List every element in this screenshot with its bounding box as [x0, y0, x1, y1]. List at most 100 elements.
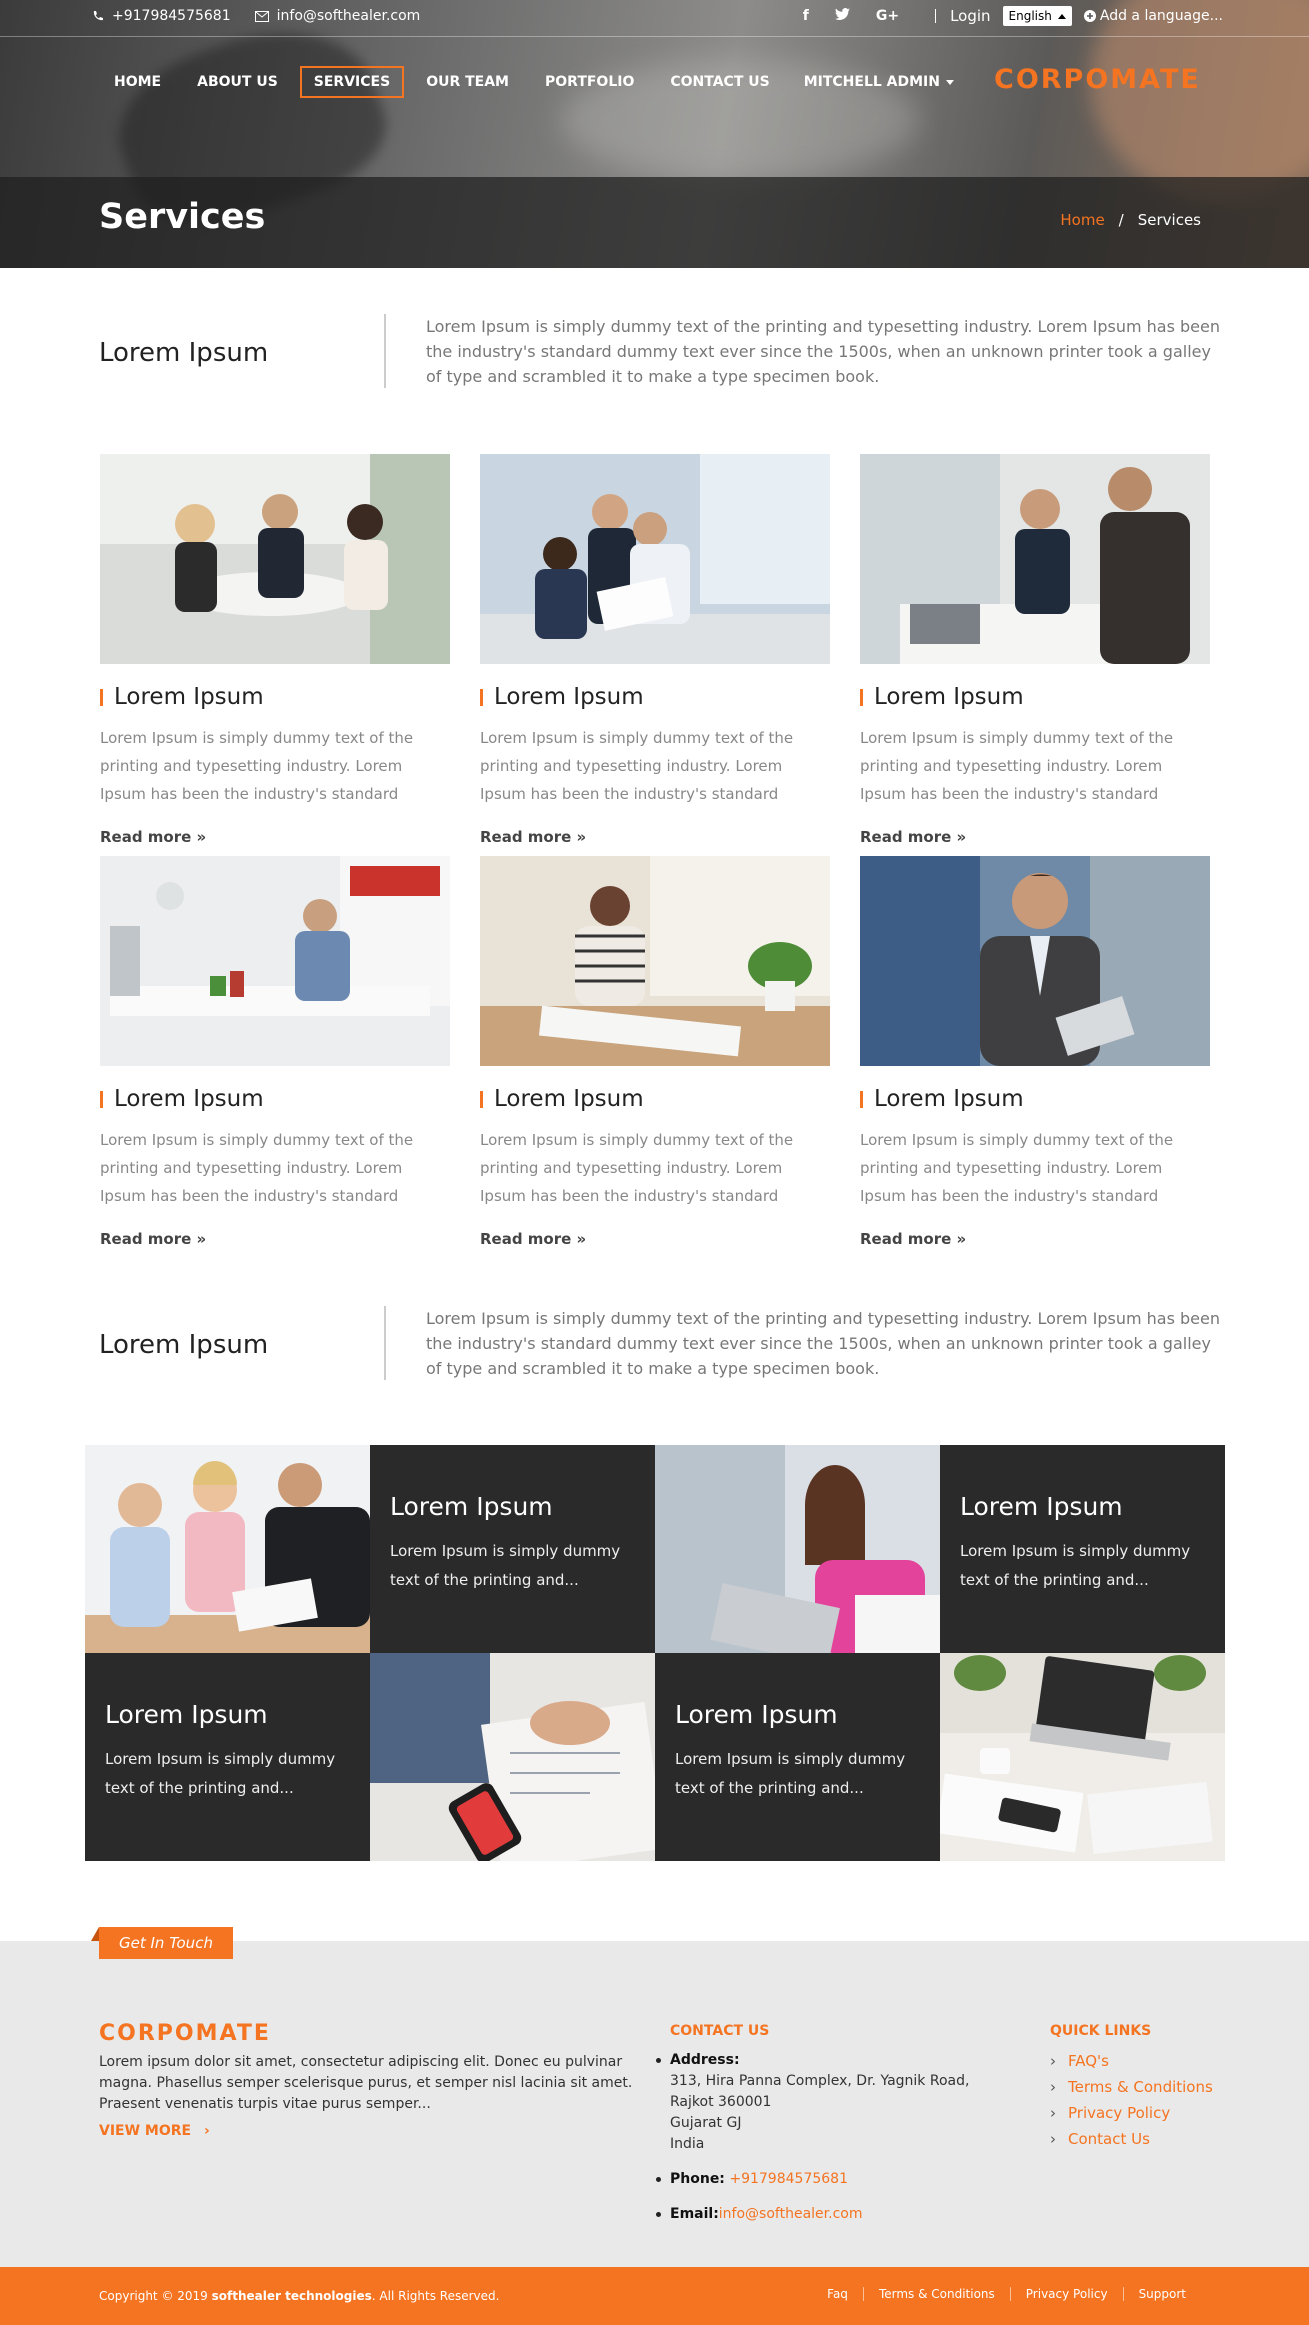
quick-link-terms[interactable]: › Terms & Conditions — [1050, 2074, 1213, 2100]
grid-text-tile: Lorem Ipsum Lorem Ipsum is simply dummy … — [85, 1653, 370, 1861]
nav-our-team[interactable]: OUR TEAM — [412, 66, 523, 98]
accent-bar — [480, 688, 483, 706]
facebook-icon[interactable]: f — [803, 8, 809, 24]
breadcrumb-home[interactable]: Home — [1060, 211, 1104, 229]
nav-contact-us[interactable]: CONTACT US — [656, 66, 783, 98]
footer: Get In Touch CORPOMATE Lorem ipsum dolor… — [0, 1927, 1309, 2267]
caret-up-icon — [1057, 13, 1066, 19]
address-line: Rajkot 360001 — [670, 2094, 772, 2110]
service-image-desk — [100, 856, 450, 1066]
google-plus-icon[interactable]: G+ — [876, 8, 899, 24]
footer-logo[interactable]: CORPOMATE — [99, 2021, 271, 2046]
tile-title: Lorem Ipsum — [675, 1700, 838, 1729]
service-title: Lorem Ipsum — [100, 1086, 450, 1112]
get-in-touch-tag[interactable]: Get In Touch — [91, 1927, 233, 1959]
service-card: Lorem Ipsum Lorem Ipsum is simply dummy … — [860, 454, 1210, 846]
quick-link-contact[interactable]: › Contact Us — [1050, 2126, 1213, 2152]
login-link[interactable]: Login — [950, 7, 990, 25]
hero-banner: +917984575681 info@softhealer.com f G+ L… — [0, 0, 1309, 268]
nav-home[interactable]: HOME — [100, 66, 175, 98]
intro-text: Lorem Ipsum is simply dummy text of the … — [426, 1309, 1220, 1378]
brand-logo[interactable]: CORPOMATE — [994, 64, 1201, 95]
bottom-link-faq[interactable]: Faq — [812, 2287, 863, 2301]
quick-link-label: Contact Us — [1068, 2130, 1150, 2148]
footer-email-link[interactable]: info@softhealer.com — [719, 2206, 863, 2222]
nav-services[interactable]: SERVICES — [299, 66, 405, 98]
service-text: Lorem Ipsum is simply dummy text of the … — [860, 729, 1174, 803]
phone-icon — [93, 11, 103, 21]
read-more-link[interactable]: Read more » — [480, 828, 830, 846]
service-title-text: Lorem Ipsum — [494, 1086, 644, 1112]
bottom-links: Faq Terms & Conditions Privacy Policy Su… — [812, 2287, 1201, 2301]
contact-heading: CONTACT US — [670, 2023, 770, 2039]
service-text: Lorem Ipsum is simply dummy text of the … — [480, 729, 794, 803]
service-image-writing — [480, 856, 830, 1066]
quick-link-privacy[interactable]: › Privacy Policy — [1050, 2100, 1213, 2126]
bottom-link-terms[interactable]: Terms & Conditions — [862, 2287, 1010, 2301]
divider — [384, 1306, 386, 1380]
service-text: Lorem Ipsum is simply dummy text of the … — [100, 729, 414, 803]
read-more-link[interactable]: Read more » — [860, 1230, 1210, 1248]
quick-link-faq[interactable]: › FAQ's — [1050, 2048, 1213, 2074]
intro-heading: Lorem Ipsum — [99, 338, 269, 368]
accent-bar — [860, 688, 863, 706]
service-image-businessman — [860, 856, 1210, 1066]
intro-section: Lorem Ipsum Lorem Ipsum is simply dummy … — [99, 314, 1220, 390]
accent-bar — [100, 1090, 103, 1108]
caret-down-icon — [945, 79, 954, 85]
quick-links-heading: QUICK LINKS — [1050, 2023, 1152, 2039]
user-menu[interactable]: MITCHELL ADMIN — [804, 74, 954, 90]
copyright-text: Copyright © 2019 softhealer technologies… — [99, 2289, 499, 2303]
service-image-discussion — [860, 454, 1210, 664]
address-line: Gujarat GJ — [670, 2115, 742, 2131]
read-more-link[interactable]: Read more » — [860, 828, 1210, 846]
service-card: Lorem Ipsum Lorem Ipsum is simply dummy … — [480, 856, 830, 1248]
service-text: Lorem Ipsum is simply dummy text of the … — [860, 1131, 1174, 1205]
tile-text: Lorem Ipsum is simply dummy text of the … — [675, 1750, 906, 1797]
breadcrumb-current: Services — [1137, 211, 1201, 229]
email-contact[interactable]: info@softhealer.com — [254, 8, 420, 24]
service-card: Lorem Ipsum Lorem Ipsum is simply dummy … — [860, 856, 1210, 1248]
bottom-link-privacy[interactable]: Privacy Policy — [1009, 2287, 1123, 2301]
envelope-icon — [254, 10, 269, 22]
language-select[interactable]: English — [1002, 6, 1072, 26]
service-text: Lorem Ipsum is simply dummy text of the … — [100, 1131, 414, 1205]
phone-contact[interactable]: +917984575681 — [92, 8, 231, 24]
footer-phone-link[interactable]: +917984575681 — [729, 2171, 848, 2187]
service-title: Lorem Ipsum — [480, 1086, 830, 1112]
bottom-link-support[interactable]: Support — [1122, 2287, 1201, 2301]
read-more-link[interactable]: Read more » — [100, 828, 450, 846]
copyright-suffix: . All Rights Reserved. — [371, 2289, 500, 2303]
tile-title: Lorem Ipsum — [105, 1700, 268, 1729]
service-title: Lorem Ipsum — [860, 684, 1210, 710]
view-more-link[interactable]: VIEW MORE › — [99, 2123, 210, 2139]
service-card: Lorem Ipsum Lorem Ipsum is simply dummy … — [100, 856, 450, 1248]
read-more-link[interactable]: Read more » — [100, 1230, 450, 1248]
add-language-link[interactable]: Add a language... — [1083, 8, 1223, 24]
tile-title: Lorem Ipsum — [390, 1492, 553, 1521]
address-label: Address: — [670, 2052, 740, 2068]
quick-link-label: FAQ's — [1068, 2052, 1109, 2070]
grid-image-student — [655, 1445, 940, 1653]
grid-image-family — [85, 1445, 370, 1653]
footer-about-text: Lorem ipsum dolor sit amet, consectetur … — [99, 2054, 633, 2112]
address-line: 313, Hira Panna Complex, Dr. Yagnik Road… — [670, 2073, 970, 2089]
service-card: Lorem Ipsum Lorem Ipsum is simply dummy … — [100, 454, 450, 846]
grid-text-tile: Lorem Ipsum Lorem Ipsum is simply dummy … — [655, 1653, 940, 1861]
user-name: MITCHELL ADMIN — [803, 74, 940, 90]
read-more-link[interactable]: Read more » — [480, 1230, 830, 1248]
tile-title: Lorem Ipsum — [960, 1492, 1123, 1521]
language-value: English — [1008, 9, 1052, 23]
contact-list: Address: 313, Hira Panna Complex, Dr. Ya… — [656, 2050, 1000, 2237]
nav-portfolio[interactable]: PORTFOLIO — [531, 66, 648, 98]
intro-text: Lorem Ipsum is simply dummy text of the … — [426, 317, 1220, 386]
nav-about-us[interactable]: ABOUT US — [183, 66, 292, 98]
copyright-company[interactable]: softhealer technologies — [212, 2289, 372, 2303]
phone-item: Phone: +917984575681 — [656, 2169, 1000, 2190]
copyright-prefix: Copyright © 2019 — [99, 2289, 208, 2303]
twitter-icon[interactable] — [834, 8, 850, 24]
view-more-label: VIEW MORE — [99, 2123, 192, 2139]
add-language-label: Add a language... — [1099, 8, 1223, 24]
accent-bar — [100, 688, 103, 706]
service-title-text: Lorem Ipsum — [114, 684, 264, 710]
